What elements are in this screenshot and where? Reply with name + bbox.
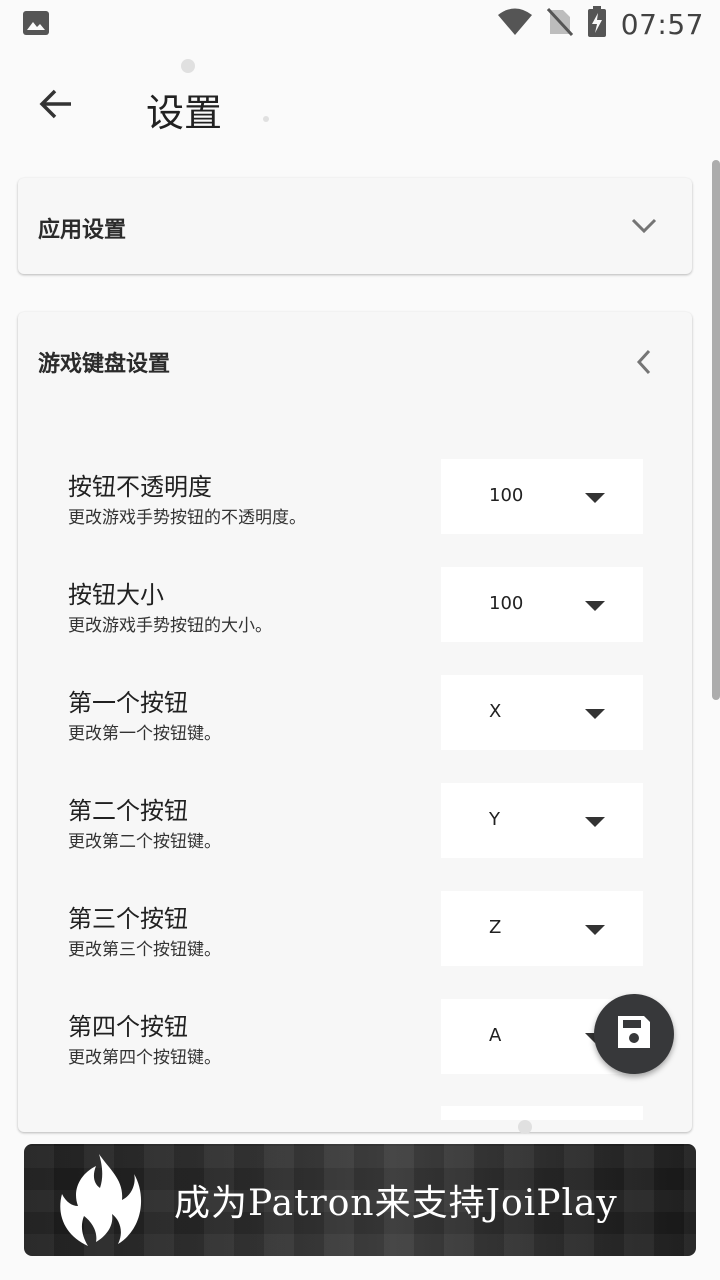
wifi-icon	[497, 8, 533, 40]
dropdown-value: X	[489, 701, 502, 722]
game-keyboard-settings-title: 游戏键盘设置	[38, 352, 171, 377]
button-opacity-dropdown[interactable]: 100	[441, 459, 643, 534]
image-icon	[22, 10, 50, 36]
save-icon	[614, 1012, 654, 1056]
flame-logo-icon	[52, 1150, 146, 1250]
setting-title: 第四个按钮	[68, 1013, 188, 1041]
page-title: 设置	[146, 91, 223, 135]
decorative-dot	[263, 116, 269, 122]
setting-fourth-button: 第四个按钮 更改第四个按钮键。 A	[68, 999, 668, 1075]
second-button-dropdown[interactable]: Y	[441, 783, 643, 858]
setting-description: 更改游戏手势按钮的不透明度。	[68, 508, 306, 528]
dropdown-value: A	[489, 1025, 502, 1046]
chevron-left-icon[interactable]	[624, 342, 664, 382]
dropdown-value: 100	[489, 485, 524, 506]
caret-down-icon	[585, 493, 605, 503]
caret-down-icon	[585, 709, 605, 719]
setting-title: 按钮不透明度	[68, 473, 212, 501]
battery-charging-icon	[587, 6, 607, 42]
back-button[interactable]	[28, 78, 84, 134]
setting-description: 更改第一个按钮键。	[68, 724, 221, 744]
setting-description: 更改游戏手势按钮的大小。	[68, 616, 272, 636]
setting-title: 第一个按钮	[68, 689, 188, 717]
decorative-dot	[181, 59, 195, 73]
status-time: 07:57	[620, 7, 704, 41]
dropdown-value: Z	[489, 917, 502, 938]
third-button-dropdown[interactable]: Z	[441, 891, 643, 966]
chevron-down-icon[interactable]	[624, 206, 664, 246]
arrow-back-icon	[38, 86, 74, 126]
dropdown-value: 100	[489, 593, 524, 614]
setting-description: 更改第四个按钮键。	[68, 1048, 221, 1068]
setting-description: 更改第三个按钮键。	[68, 940, 221, 960]
setting-description: 更改第二个按钮键。	[68, 832, 221, 852]
setting-title: 第二个按钮	[68, 797, 188, 825]
decorative-dot	[518, 1120, 532, 1134]
setting-title: 第三个按钮	[68, 905, 188, 933]
setting-first-button: 第一个按钮 更改第一个按钮键。 X	[68, 675, 668, 751]
caret-down-icon	[585, 925, 605, 935]
patron-banner[interactable]: 成为Patron来支持JoiPlay	[24, 1144, 696, 1256]
status-bar: 07:57	[0, 0, 720, 48]
no-sim-icon	[546, 7, 573, 41]
setting-button-size: 按钮大小 更改游戏手势按钮的大小。 100	[68, 567, 668, 643]
scroll-indicator[interactable]	[712, 160, 720, 700]
setting-second-button: 第二个按钮 更改第二个按钮键。 Y	[68, 783, 668, 859]
app-settings-title: 应用设置	[38, 218, 127, 243]
game-keyboard-settings-card: 游戏键盘设置 按钮不透明度 更改游戏手势按钮的不透明度。 100 按钮大小 更改…	[18, 312, 692, 1132]
dropdown-value: Y	[489, 809, 500, 830]
app-settings-card[interactable]: 应用设置	[18, 178, 692, 274]
button-size-dropdown[interactable]: 100	[441, 567, 643, 642]
setting-title: 按钮大小	[68, 581, 164, 609]
first-button-dropdown[interactable]: X	[441, 675, 643, 750]
setting-button-opacity: 按钮不透明度 更改游戏手势按钮的不透明度。 100	[68, 459, 668, 535]
caret-down-icon	[585, 817, 605, 827]
next-setting-dropdown-partial[interactable]	[441, 1106, 643, 1120]
setting-third-button: 第三个按钮 更改第三个按钮键。 Z	[68, 891, 668, 967]
caret-down-icon	[585, 601, 605, 611]
banner-text: 成为Patron来支持JoiPlay	[174, 1183, 618, 1224]
app-bar: 设置	[0, 48, 720, 160]
save-button[interactable]	[594, 994, 674, 1074]
